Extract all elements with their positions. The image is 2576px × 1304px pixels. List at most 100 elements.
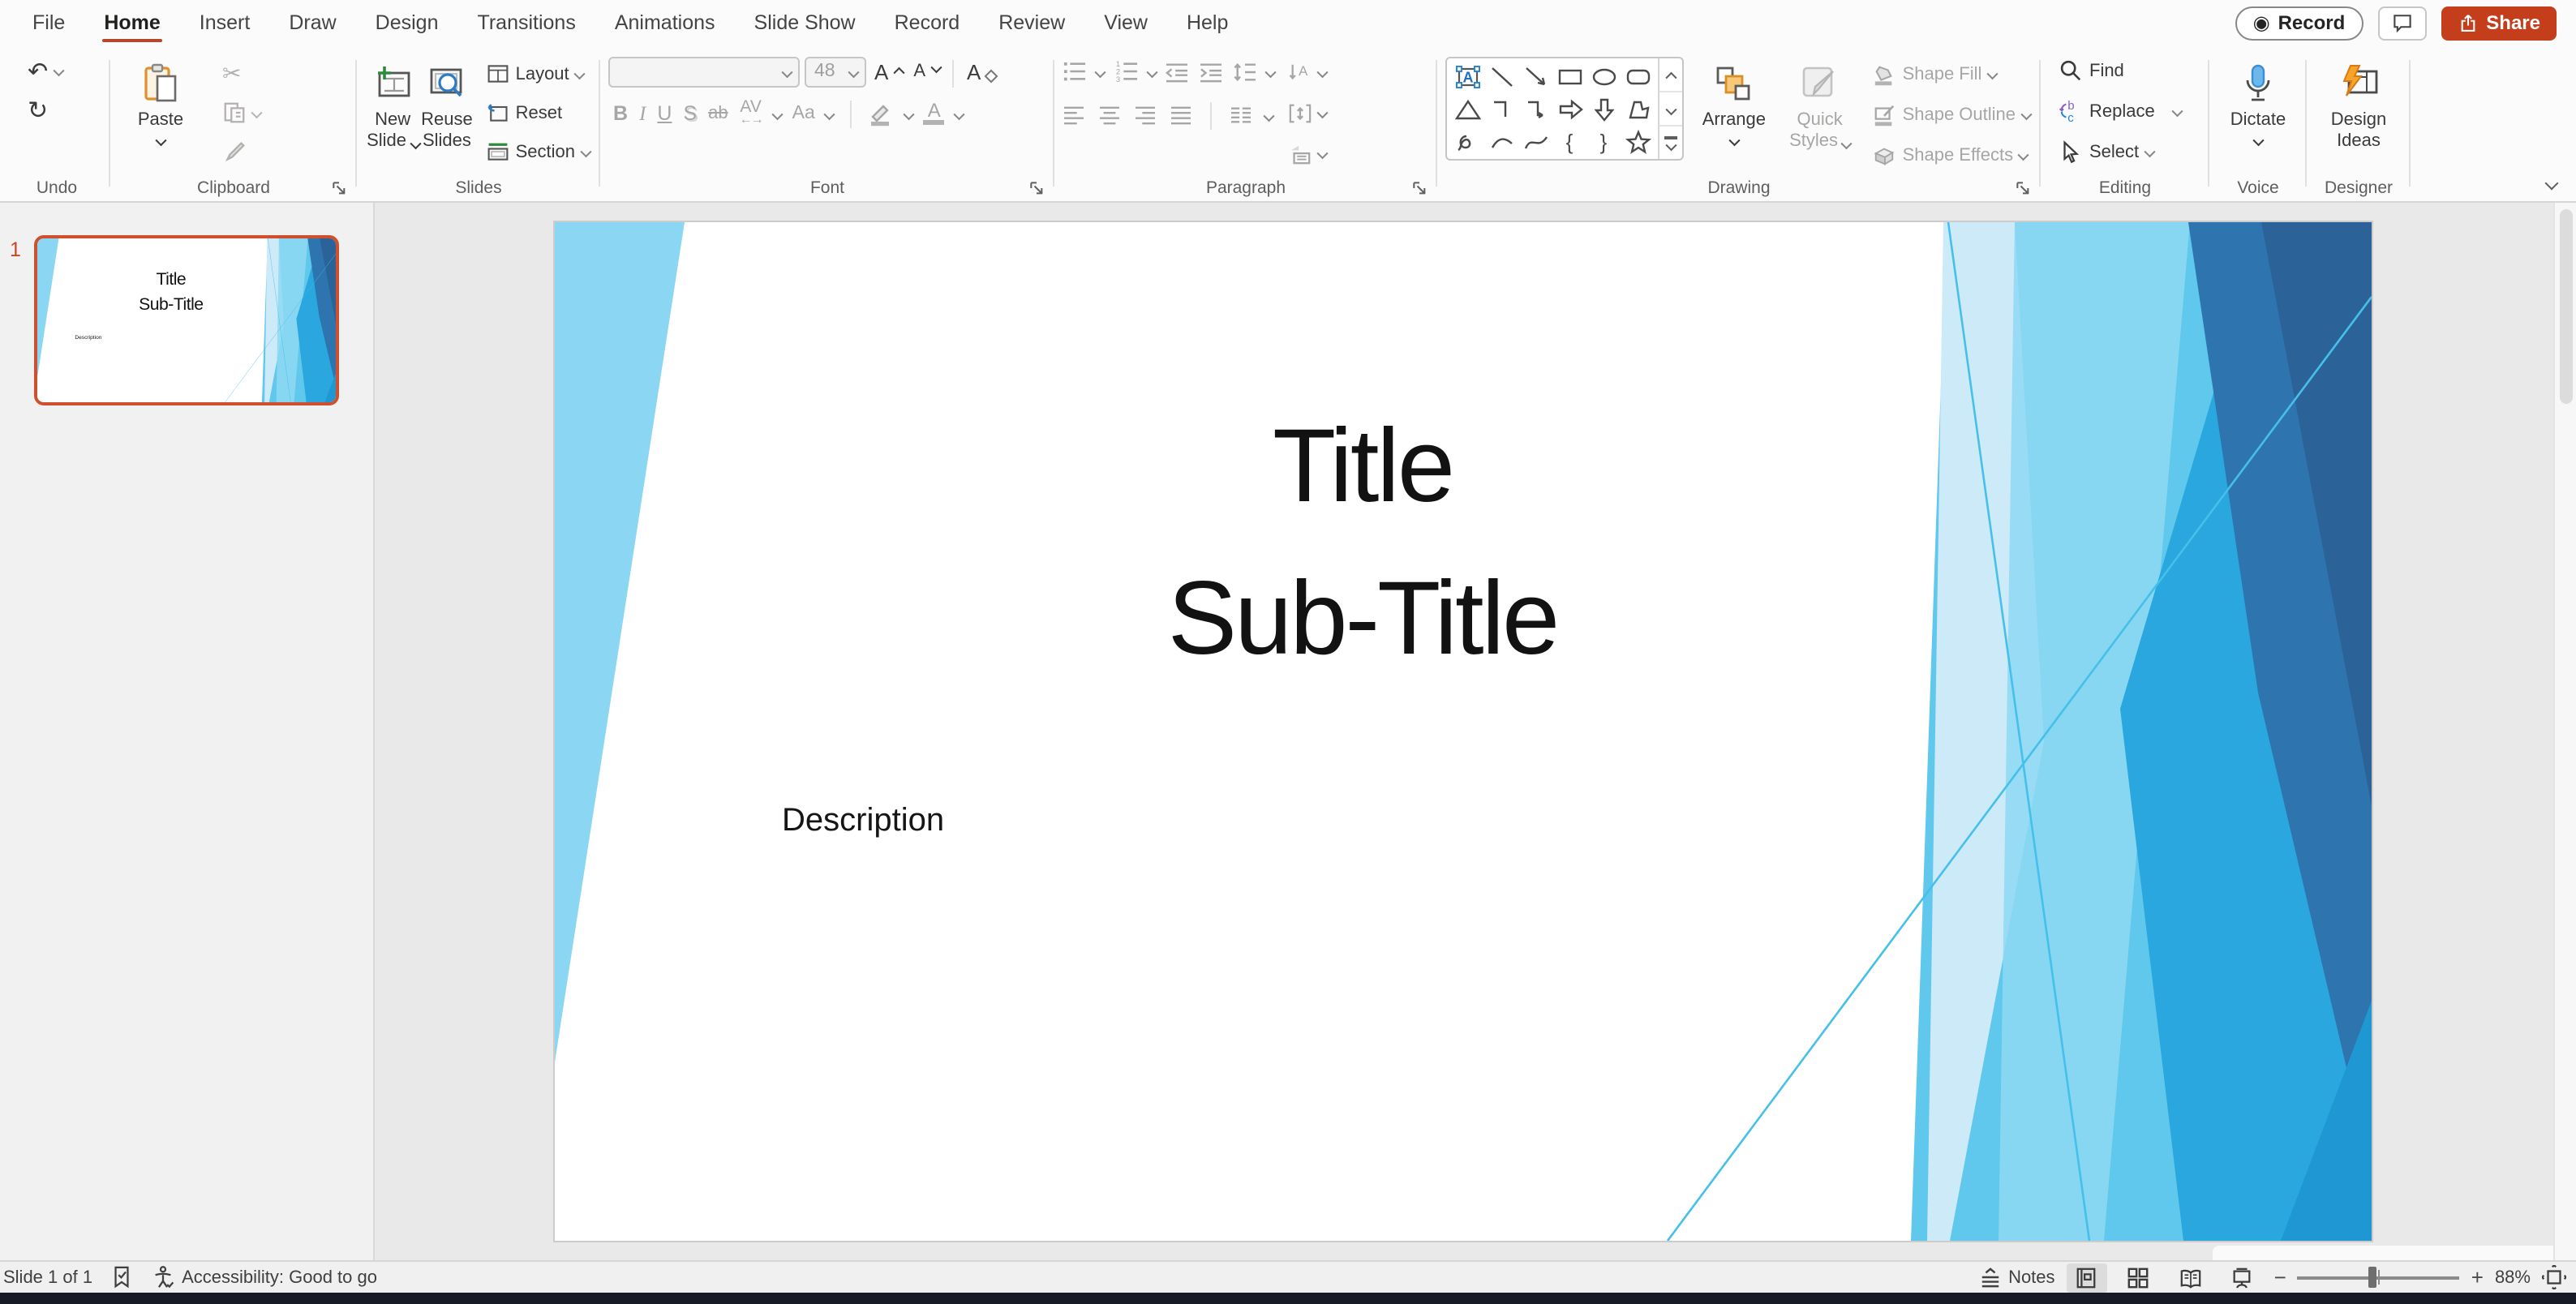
change-case-icon[interactable]: Aa — [792, 104, 815, 123]
quick-styles-button[interactable]: Quick Styles — [1784, 54, 1856, 152]
scrollbar-thumb[interactable] — [2559, 209, 2572, 404]
accessibility-checker-button[interactable]: Accessibility: Good to go — [151, 1265, 377, 1289]
zoom-slider-thumb[interactable] — [2369, 1267, 2377, 1288]
arrange-button[interactable]: Arrange — [1694, 54, 1775, 144]
dictate-button[interactable]: Dictate — [2218, 54, 2299, 144]
menu-tab-slideshow[interactable]: Slide Show — [735, 0, 875, 45]
gallery-scroll-up[interactable] — [1659, 58, 1682, 92]
line-spacing-icon[interactable] — [1233, 61, 1257, 82]
shape-elbow-arrow-connector[interactable] — [1519, 93, 1552, 124]
chevron-down-icon[interactable] — [1264, 110, 1274, 121]
reading-view-button[interactable] — [2170, 1263, 2211, 1292]
shape-left-brace[interactable]: { — [1553, 126, 1586, 157]
chevron-down-icon[interactable] — [955, 109, 965, 119]
font-name-combobox[interactable] — [608, 56, 800, 87]
chevron-down-icon[interactable] — [53, 66, 63, 76]
numbering-icon[interactable]: 123 — [1114, 60, 1138, 83]
normal-view-button[interactable] — [2067, 1263, 2107, 1292]
decrease-font-size-button[interactable]: A — [910, 54, 942, 88]
slide-sorter-view-button[interactable] — [2119, 1263, 2159, 1292]
align-center-icon[interactable] — [1098, 105, 1121, 125]
cut-button[interactable]: ✂ — [219, 57, 264, 91]
replace-button[interactable]: bc Replace — [2055, 94, 2185, 128]
shape-curve[interactable] — [1519, 126, 1552, 157]
vertical-scrollbar[interactable] — [2553, 203, 2576, 1260]
collapse-ribbon-chevron-icon[interactable] — [2545, 177, 2559, 191]
select-button[interactable]: Select — [2055, 135, 2156, 169]
bold-icon[interactable]: B — [613, 102, 628, 125]
undo-button[interactable]: ↶ — [24, 54, 65, 88]
menu-tab-file[interactable]: File — [13, 0, 84, 45]
shape-line-arrow[interactable] — [1519, 61, 1552, 92]
reset-button[interactable]: Reset — [483, 96, 592, 130]
slide-title-placeholder[interactable]: Title Sub-Title — [48, 266, 295, 316]
shape-right-brace[interactable]: } — [1587, 126, 1620, 157]
design-ideas-button[interactable]: Design Ideas — [2315, 54, 2402, 152]
align-text-button[interactable] — [1284, 96, 1329, 130]
shape-right-arrow[interactable] — [1553, 93, 1586, 124]
menu-tab-record[interactable]: Record — [875, 0, 980, 45]
menu-tab-design[interactable]: Design — [356, 0, 458, 45]
increase-font-size-button[interactable]: A — [871, 54, 905, 88]
shape-fill-button[interactable]: Shape Fill — [1869, 57, 2033, 91]
zoom-level[interactable]: 88% — [2495, 1268, 2531, 1287]
comments-button[interactable] — [2377, 6, 2426, 40]
share-button[interactable]: Share — [2441, 6, 2557, 40]
notes-button[interactable]: Notes — [1979, 1267, 2055, 1288]
shape-effects-button[interactable]: Shape Effects — [1869, 138, 2033, 172]
shape-isosceles-triangle[interactable] — [1451, 93, 1483, 124]
shape-elbow-connector[interactable] — [1485, 93, 1518, 124]
drawing-dialog-launcher[interactable] — [2015, 180, 2031, 196]
menu-tab-home[interactable]: Home — [84, 0, 179, 45]
columns-icon[interactable] — [1230, 105, 1252, 125]
italic-icon[interactable]: I — [639, 101, 646, 126]
layout-button[interactable]: Layout — [483, 57, 592, 91]
chevron-down-icon[interactable] — [156, 135, 166, 145]
justify-icon[interactable] — [1170, 105, 1192, 125]
slide-description-text[interactable]: Description — [75, 334, 101, 341]
chevron-down-icon[interactable] — [848, 66, 858, 77]
menu-tab-insert[interactable]: Insert — [180, 0, 270, 45]
menu-tab-transitions[interactable]: Transitions — [458, 0, 595, 45]
zoom-in-button[interactable]: + — [2471, 1267, 2484, 1288]
bullets-icon[interactable] — [1063, 60, 1087, 83]
convert-smartart-button[interactable] — [1284, 136, 1329, 170]
chevron-down-icon[interactable] — [1095, 66, 1106, 77]
chevron-down-icon[interactable] — [772, 109, 783, 119]
shape-star[interactable] — [1621, 126, 1654, 157]
chevron-down-icon[interactable] — [410, 137, 420, 148]
font-dialog-launcher[interactable] — [1028, 180, 1045, 196]
spell-check-button[interactable] — [110, 1265, 133, 1289]
reuse-slides-button[interactable]: Reuse Slides — [420, 54, 473, 152]
chevron-down-icon[interactable] — [781, 66, 792, 77]
shape-oval[interactable] — [1587, 61, 1620, 92]
character-spacing-icon[interactable]: AV←→ — [740, 101, 762, 127]
record-button[interactable]: ◉ Record — [2235, 6, 2363, 40]
shape-text-box[interactable]: A — [1451, 61, 1483, 92]
gallery-more-button[interactable] — [1659, 127, 1682, 159]
chevron-down-icon[interactable] — [904, 109, 914, 119]
slide-description-text[interactable]: Description — [782, 803, 944, 840]
shape-line[interactable] — [1485, 61, 1518, 92]
shape-down-arrow[interactable] — [1587, 93, 1620, 124]
redo-button[interactable]: ↻ — [24, 92, 51, 127]
paragraph-dialog-launcher[interactable] — [1411, 180, 1428, 196]
chevron-down-icon[interactable] — [2253, 135, 2264, 145]
text-highlight-icon[interactable] — [868, 101, 894, 127]
notes-splitter[interactable] — [2213, 1246, 2553, 1260]
chevron-down-icon[interactable] — [2144, 147, 2154, 157]
shape-scribble[interactable] — [1451, 126, 1483, 157]
font-size-combobox[interactable]: 48 — [805, 56, 866, 87]
slide-title-placeholder[interactable]: Title Sub-Title — [616, 389, 2109, 694]
menu-tab-review[interactable]: Review — [979, 0, 1084, 45]
copy-button[interactable] — [219, 96, 264, 130]
fit-slide-button[interactable] — [2542, 1265, 2566, 1289]
menu-tab-animations[interactable]: Animations — [595, 0, 735, 45]
strikethrough-icon[interactable]: ab — [708, 104, 728, 123]
chevron-down-icon[interactable] — [1265, 66, 1276, 77]
align-left-icon[interactable] — [1063, 105, 1085, 125]
increase-indent-icon[interactable] — [1199, 61, 1223, 82]
menu-tab-draw[interactable]: Draw — [269, 0, 355, 45]
zoom-slider[interactable] — [2298, 1276, 2460, 1279]
underline-icon[interactable]: U — [657, 102, 672, 125]
